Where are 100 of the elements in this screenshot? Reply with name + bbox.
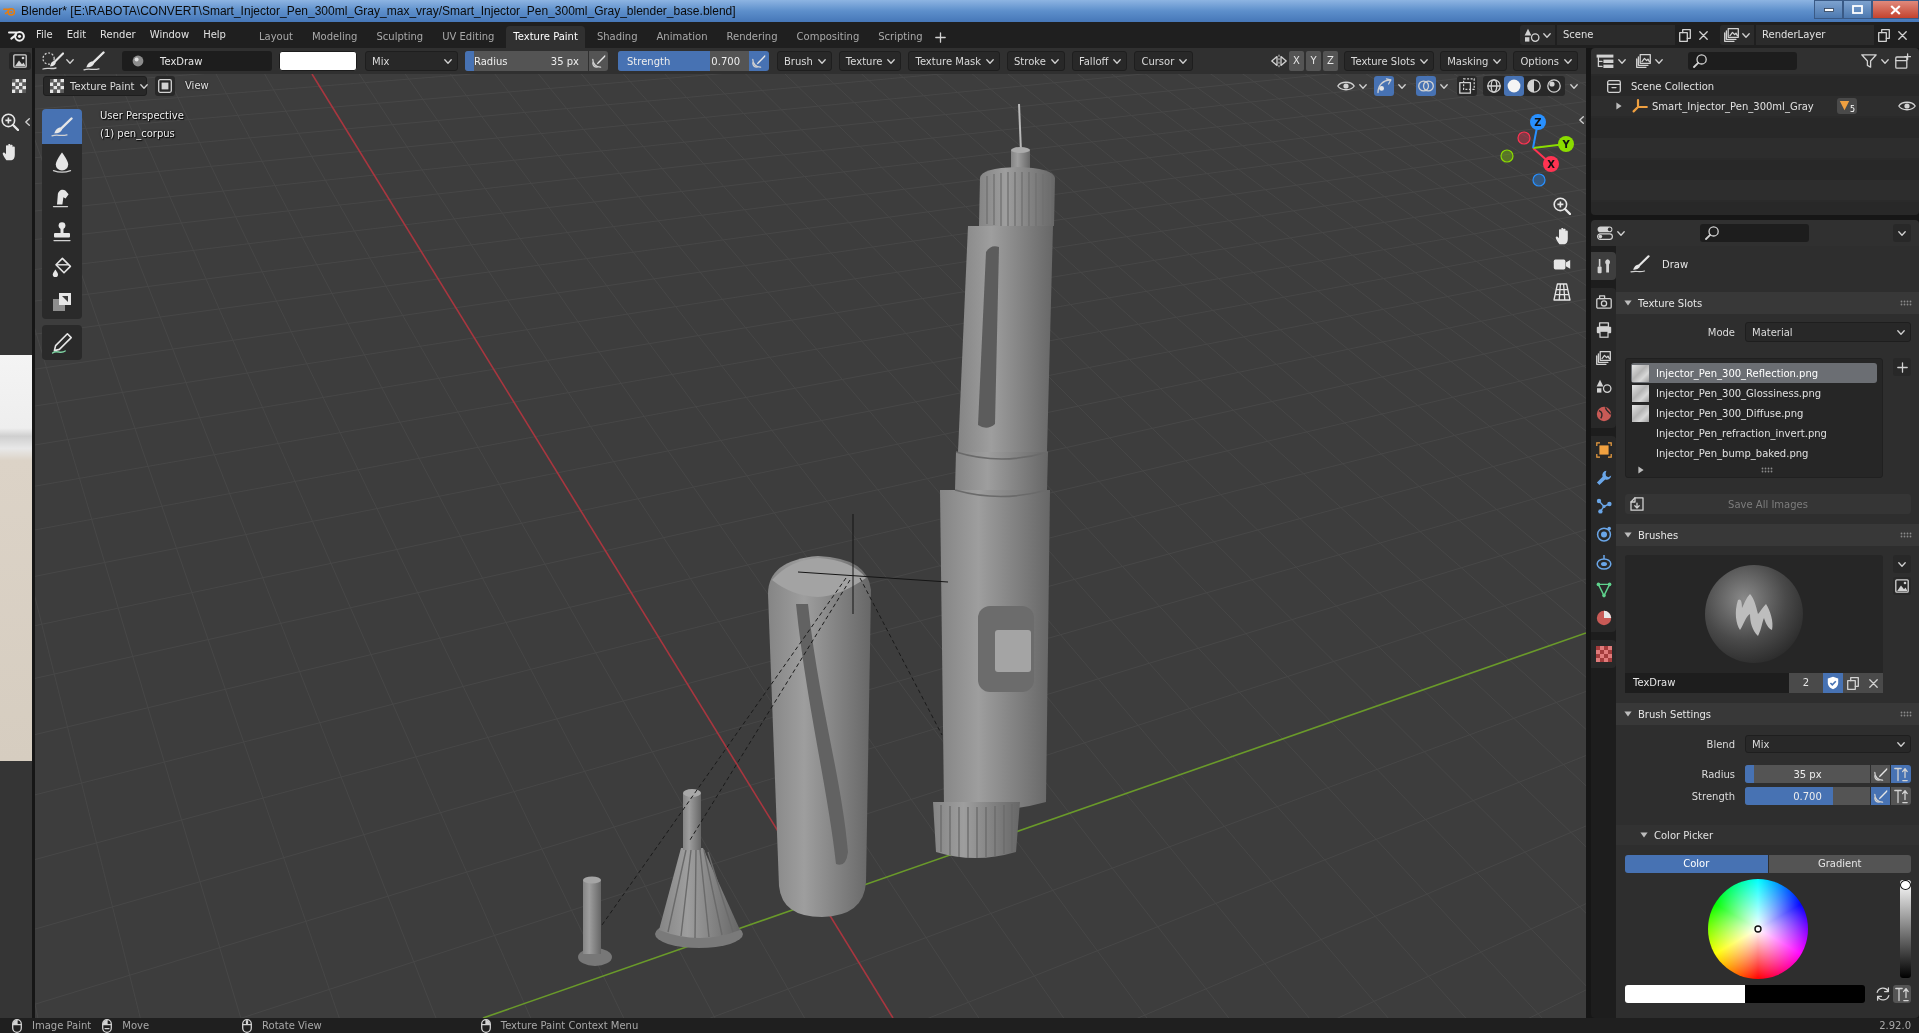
zoom-icon[interactable] bbox=[1, 113, 19, 131]
menu-dropdown[interactable]: Brush bbox=[777, 51, 832, 71]
list-item[interactable]: Injector_Pen_refraction_invert.png bbox=[1631, 423, 1877, 443]
workspace-tab[interactable]: Rendering bbox=[719, 26, 785, 48]
number-slider[interactable]: 0.700 bbox=[1745, 787, 1870, 805]
axis-toggle[interactable]: X bbox=[1289, 51, 1304, 71]
axis-ball[interactable] bbox=[1558, 136, 1574, 152]
close-button[interactable] bbox=[1872, 0, 1919, 19]
axis-ball[interactable] bbox=[1543, 156, 1559, 172]
swap-arrows-icon[interactable] bbox=[1875, 987, 1891, 1001]
duplicate-button[interactable] bbox=[1843, 673, 1863, 693]
negative-axis-ball[interactable] bbox=[1500, 149, 1514, 163]
workspace-tab[interactable]: Shading bbox=[589, 26, 645, 48]
camera-icon[interactable] bbox=[1553, 257, 1571, 271]
pressure-toggle[interactable] bbox=[749, 51, 769, 71]
toggle-switches-icon[interactable] bbox=[1597, 226, 1613, 240]
image-button[interactable] bbox=[1893, 577, 1911, 595]
subpanel-header[interactable]: Color Picker bbox=[1616, 825, 1919, 845]
filter-icon[interactable] bbox=[1861, 54, 1877, 68]
menu-dropdown[interactable]: Falloff bbox=[1071, 51, 1128, 71]
caret-icon[interactable] bbox=[66, 58, 74, 64]
checker-icon[interactable] bbox=[12, 79, 26, 93]
caret-icon[interactable] bbox=[1398, 83, 1406, 89]
outliner-item-label[interactable]: Smart_Injector_Pen_300ml_Gray bbox=[1652, 100, 1814, 112]
user-count[interactable]: 2 bbox=[1789, 673, 1823, 693]
menu-item[interactable]: Window bbox=[142, 25, 197, 45]
menu-dropdown[interactable]: Texture bbox=[838, 51, 902, 71]
color-swatch[interactable] bbox=[279, 51, 357, 71]
color-swatch[interactable] bbox=[1625, 985, 1745, 1003]
brush-cursor-icon[interactable] bbox=[42, 52, 64, 70]
workspace-tab[interactable]: Sculpting bbox=[369, 26, 431, 48]
eye-icon[interactable] bbox=[1337, 80, 1355, 92]
number-slider[interactable]: Radius 35 px bbox=[465, 51, 588, 71]
grid-icon[interactable] bbox=[1553, 283, 1571, 301]
workspace-tab[interactable]: Compositing bbox=[789, 26, 867, 48]
expand-arrow-icon[interactable] bbox=[1616, 102, 1622, 110]
unified-toggle[interactable] bbox=[1891, 787, 1911, 805]
caret-icon[interactable] bbox=[1881, 58, 1889, 64]
menu-dropdown[interactable]: Cursor bbox=[1134, 51, 1194, 71]
shading-button[interactable] bbox=[1524, 76, 1544, 96]
workspace-tab[interactable]: UV Editing bbox=[435, 26, 502, 48]
shading-button[interactable] bbox=[1484, 76, 1504, 96]
blend-dropdown[interactable]: Mix bbox=[1745, 735, 1911, 753]
list-item[interactable]: Injector_Pen_300_Reflection.png bbox=[1631, 363, 1877, 383]
scene-selector-button[interactable] bbox=[1520, 25, 1555, 45]
eye-icon[interactable] bbox=[1898, 100, 1916, 112]
brush-preview-tile[interactable] bbox=[1625, 555, 1883, 673]
menu-dropdown[interactable]: Masking bbox=[1440, 51, 1508, 71]
mode-dropdown[interactable]: Texture Paint bbox=[43, 76, 147, 96]
tool-button[interactable] bbox=[42, 325, 82, 360]
menu-dropdown[interactable]: Texture Slots bbox=[1344, 51, 1435, 71]
fake-user-toggle[interactable] bbox=[1823, 673, 1843, 693]
box-plus-icon[interactable] bbox=[1895, 53, 1911, 69]
panel-header[interactable]: Brush Settings bbox=[1616, 703, 1919, 725]
shading-button[interactable] bbox=[1544, 76, 1564, 96]
picker-tab[interactable]: Gradient bbox=[1768, 855, 1911, 873]
properties-tab[interactable] bbox=[1591, 604, 1616, 632]
pressure-toggle[interactable] bbox=[1871, 787, 1890, 805]
menu-dropdown[interactable]: Texture Mask bbox=[908, 51, 1000, 71]
tool-button[interactable] bbox=[42, 144, 82, 179]
unlink-button[interactable] bbox=[1863, 673, 1883, 693]
properties-tab[interactable] bbox=[1591, 436, 1616, 464]
hand-icon[interactable] bbox=[1555, 227, 1571, 245]
xray-toggle[interactable] bbox=[1457, 76, 1477, 96]
negative-axis-ball[interactable] bbox=[1532, 173, 1546, 187]
workspace-tab[interactable]: Animation bbox=[649, 26, 715, 48]
expand-arrow-icon[interactable] bbox=[1638, 466, 1644, 474]
pressure-toggle[interactable] bbox=[589, 51, 608, 71]
copy-icon[interactable] bbox=[1679, 28, 1691, 42]
scene-name-field[interactable]: Scene bbox=[1557, 25, 1675, 45]
unified-toggle[interactable] bbox=[1893, 985, 1911, 1003]
search-field[interactable] bbox=[1688, 52, 1797, 70]
list-item[interactable]: Injector_Pen_300_Glossiness.png bbox=[1631, 383, 1877, 403]
chevron-left-icon[interactable] bbox=[1579, 116, 1584, 124]
editor-type-button[interactable] bbox=[9, 52, 31, 70]
workspace-tab[interactable]: Modeling bbox=[304, 26, 365, 48]
search-field[interactable] bbox=[1700, 224, 1809, 242]
axis-toggle[interactable]: Y bbox=[1306, 51, 1321, 71]
list-item[interactable]: Injector_Pen_bump_baked.png bbox=[1631, 443, 1877, 463]
mask-toggle[interactable] bbox=[155, 76, 175, 96]
brush-name-field[interactable]: TexDraw bbox=[1625, 673, 1789, 693]
properties-tab[interactable] bbox=[1591, 288, 1616, 316]
chevron-left-icon[interactable] bbox=[25, 118, 30, 126]
workspace-tab[interactable]: Texture Paint bbox=[506, 26, 585, 48]
view-layer-selector-button[interactable] bbox=[1720, 25, 1754, 45]
preview-menu-button[interactable] bbox=[1893, 555, 1911, 573]
pressure-toggle[interactable] bbox=[1871, 765, 1890, 783]
minimize-button[interactable] bbox=[1814, 0, 1843, 19]
hand-icon[interactable] bbox=[2, 143, 18, 161]
maximize-button[interactable] bbox=[1843, 0, 1872, 19]
list-item[interactable]: Injector_Pen_300_Diffuse.png bbox=[1631, 403, 1877, 423]
axis-ball[interactable] bbox=[1530, 114, 1546, 130]
close-icon[interactable] bbox=[1699, 30, 1708, 40]
mode-dropdown[interactable]: Material bbox=[1745, 322, 1911, 342]
value-slider[interactable] bbox=[1900, 880, 1911, 978]
caret-icon[interactable] bbox=[1440, 83, 1448, 89]
caret-icon[interactable] bbox=[1359, 83, 1367, 89]
workspace-tab[interactable]: Layout bbox=[251, 26, 300, 48]
overlay-toggle[interactable] bbox=[1416, 76, 1436, 96]
caret-icon[interactable] bbox=[1617, 230, 1625, 236]
